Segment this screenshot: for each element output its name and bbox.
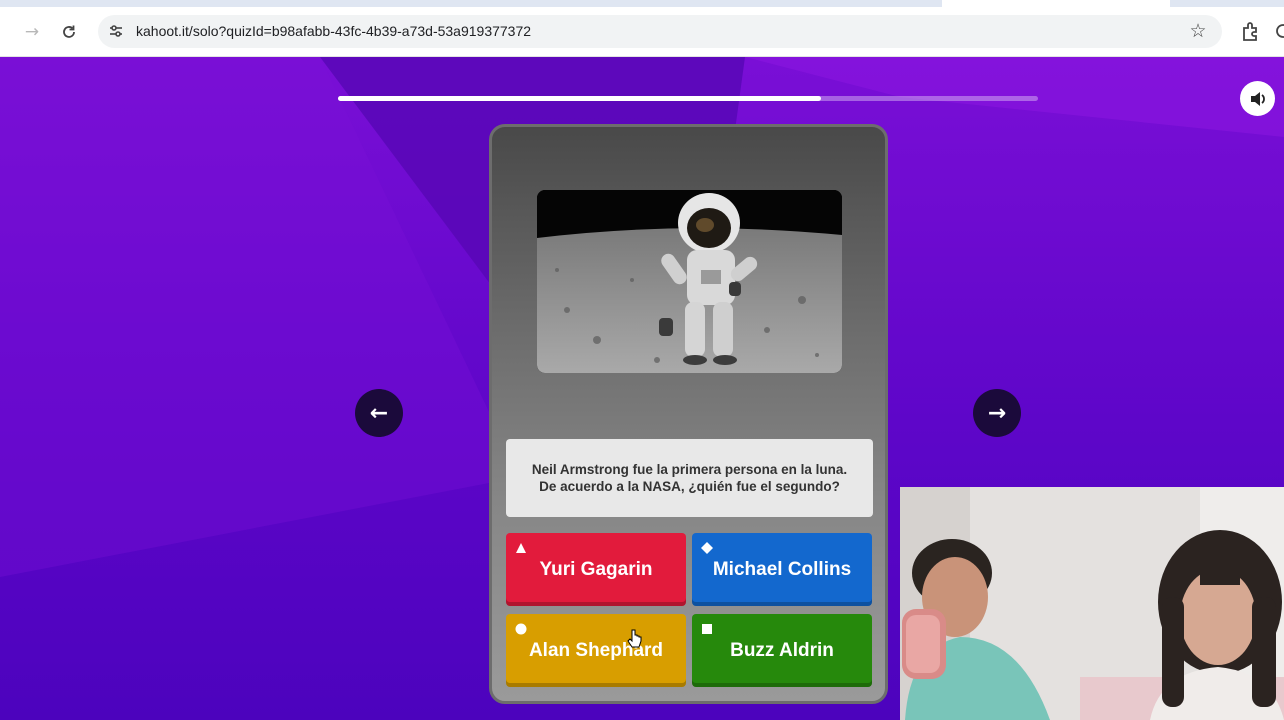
question-text: Neil Armstrong fue la primera persona en… xyxy=(506,439,873,517)
question-card: Neil Armstrong fue la primera persona en… xyxy=(489,124,888,704)
circle-icon xyxy=(515,623,527,635)
arrow-left-icon: ← xyxy=(369,400,389,426)
forward-arrow-icon[interactable]: → xyxy=(19,19,45,45)
sound-button[interactable] xyxy=(1240,81,1275,116)
url-text[interactable]: kahoot.it/solo?quizId=b98afabb-43fc-4b39… xyxy=(136,23,531,39)
extensions-icon[interactable] xyxy=(1240,20,1262,42)
webcam-overlay xyxy=(900,487,1284,720)
answer-label: Buzz Aldrin xyxy=(730,639,834,661)
answer-button-red[interactable]: Yuri Gagarin xyxy=(506,533,686,606)
progress-fill xyxy=(338,96,821,101)
answer-button-green[interactable]: Buzz Aldrin xyxy=(692,614,872,687)
arrow-right-icon: → xyxy=(987,400,1007,426)
answer-button-yellow[interactable]: Alan Shephard xyxy=(506,614,686,687)
answer-button-blue[interactable]: Michael Collins xyxy=(692,533,872,606)
active-tab[interactable] xyxy=(942,0,1170,7)
star-icon[interactable]: ☆ xyxy=(1186,20,1210,44)
profile-icon[interactable] xyxy=(1272,20,1284,42)
address-bar[interactable]: kahoot.it/solo?quizId=b98afabb-43fc-4b39… xyxy=(98,15,1222,48)
previous-question-button[interactable]: ← xyxy=(355,389,403,437)
browser-toolbar: → kahoot.it/solo?quizId=b98afabb-43fc-4b… xyxy=(0,0,1284,57)
square-icon xyxy=(702,624,712,634)
reload-icon[interactable] xyxy=(56,19,82,45)
diamond-icon xyxy=(701,542,713,554)
webcam-video xyxy=(900,487,1284,720)
triangle-icon xyxy=(516,543,526,553)
mouse-cursor-icon xyxy=(627,629,642,648)
speaker-icon xyxy=(1250,91,1265,106)
question-image-astronaut xyxy=(537,190,842,373)
site-info-icon[interactable] xyxy=(108,23,124,39)
tab-strip xyxy=(0,0,1284,7)
answer-label: Yuri Gagarin xyxy=(539,558,653,580)
answer-label: Michael Collins xyxy=(712,558,852,580)
next-question-button[interactable]: → xyxy=(973,389,1021,437)
progress-bar xyxy=(338,96,1038,101)
